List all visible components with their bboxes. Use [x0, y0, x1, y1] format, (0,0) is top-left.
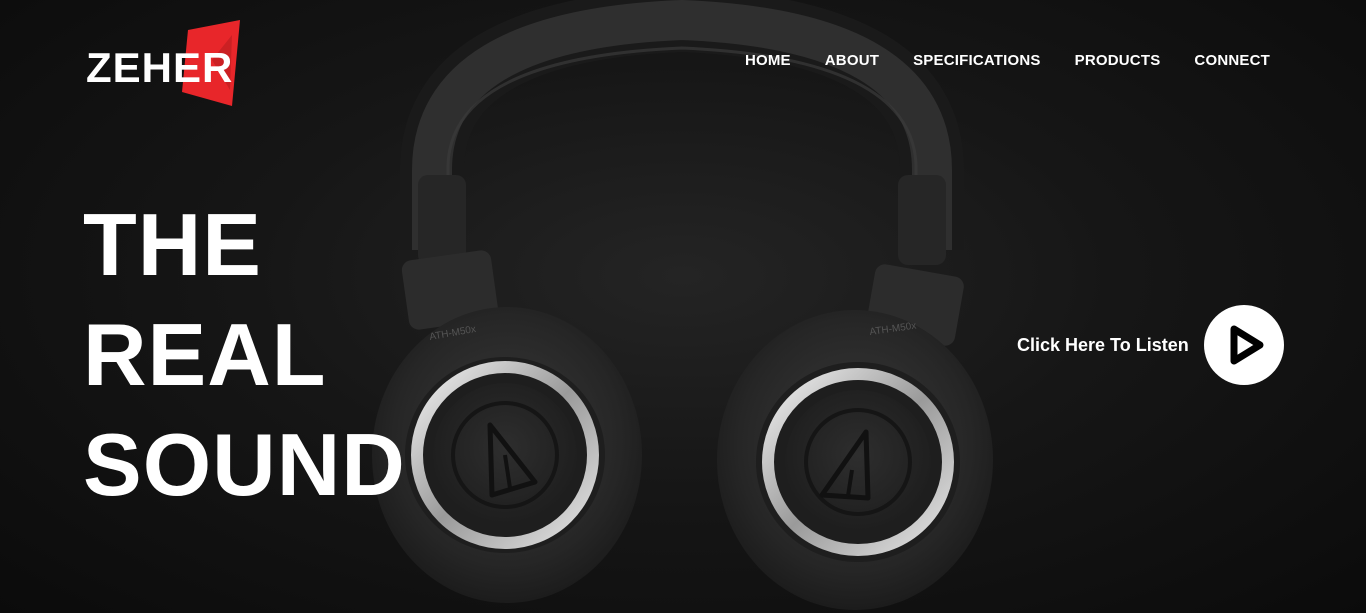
headline-line-2: REAL: [83, 305, 327, 404]
nav-item-products[interactable]: PRODUCTS: [1075, 52, 1161, 70]
play-icon: [1230, 325, 1264, 365]
headline-line-3: SOUND: [83, 415, 406, 514]
main-nav: HOME ABOUT SPECIFICATIONS PRODUCTS CONNE…: [745, 52, 1270, 70]
listen-cta[interactable]: Click Here To Listen: [1017, 305, 1284, 385]
nav-item-about[interactable]: ABOUT: [825, 52, 879, 70]
hero-section: ATH-M50x ATH-M50x ZEHER HOME ABOUT SPECI…: [0, 0, 1366, 613]
brand-logo[interactable]: ZEHER: [86, 20, 256, 110]
nav-item-specifications[interactable]: SPECIFICATIONS: [913, 52, 1041, 70]
listen-label[interactable]: Click Here To Listen: [1017, 335, 1189, 356]
play-button[interactable]: [1203, 305, 1284, 385]
headline-line-1: THE: [83, 195, 262, 294]
nav-item-home[interactable]: HOME: [745, 52, 791, 70]
logo-text: ZEHER: [86, 44, 234, 91]
hero-headline: THE REAL SOUND: [83, 190, 406, 520]
nav-item-connect[interactable]: CONNECT: [1194, 52, 1270, 70]
